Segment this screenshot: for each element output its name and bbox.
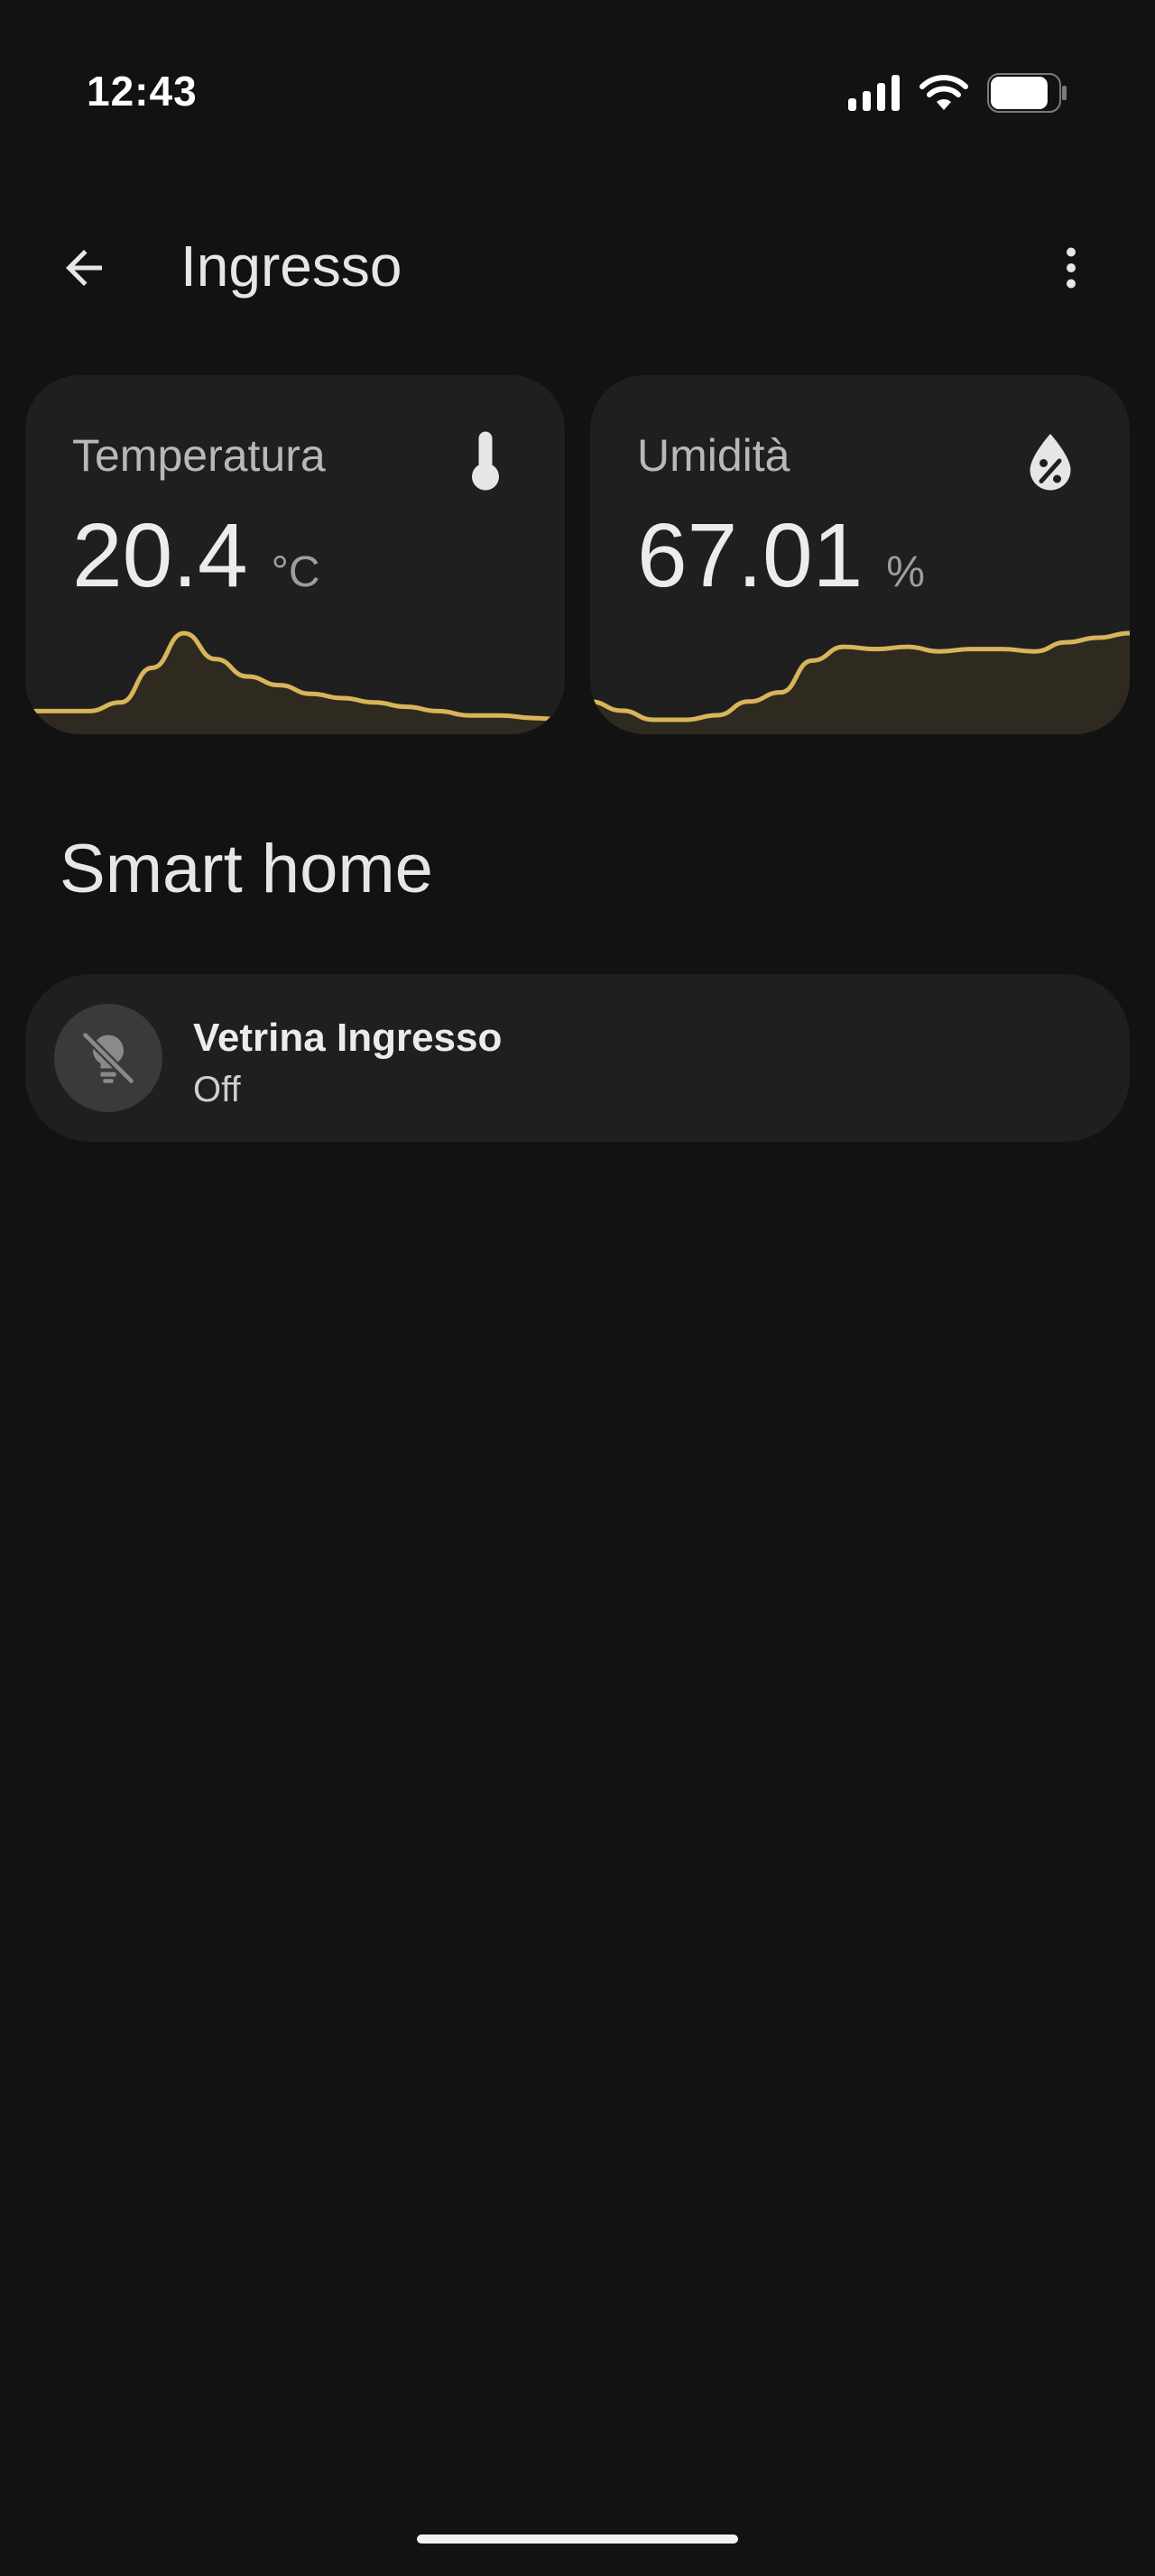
thermometer-icon — [472, 431, 499, 491]
more-vertical-icon — [1067, 247, 1076, 289]
status-time: 12:43 — [87, 68, 198, 115]
device-tile-vetrina-ingresso[interactable]: Vetrina Ingresso Off — [25, 974, 1130, 1142]
temperature-card[interactable]: Temperatura 20.4 °C — [25, 375, 565, 734]
humidity-card[interactable]: Umidità 67.01 % — [590, 375, 1130, 734]
humidity-sparkline — [590, 630, 1130, 734]
device-name: Vetrina Ingresso — [193, 1016, 503, 1060]
water-percent-icon — [1030, 434, 1071, 491]
back-button[interactable] — [45, 229, 123, 307]
signal-icon — [848, 75, 900, 111]
humidity-unit: % — [886, 548, 925, 596]
status-bar: 12:43 — [0, 0, 1155, 180]
arrow-left-icon — [66, 250, 102, 286]
home-indicator[interactable] — [417, 2535, 738, 2544]
temperature-reading: 20.4 °C — [72, 511, 320, 601]
humidity-value: 67.01 — [637, 505, 864, 606]
status-icons — [848, 70, 1068, 115]
wifi-icon — [919, 75, 968, 110]
page-title: Ingresso — [180, 234, 402, 299]
temperature-label: Temperatura — [72, 430, 326, 481]
temperature-sparkline — [25, 630, 565, 734]
app-bar: Ingresso — [0, 198, 1155, 334]
temperature-unit: °C — [271, 548, 320, 596]
temperature-value: 20.4 — [72, 505, 248, 606]
temperature-sparkline-fill — [25, 633, 565, 734]
section-title: Smart home — [60, 831, 433, 907]
humidity-reading: 67.01 % — [637, 511, 925, 601]
more-options-button[interactable] — [1032, 229, 1110, 307]
lightbulb-off-icon — [80, 1030, 136, 1086]
device-state: Off — [193, 1070, 241, 1109]
device-toggle-button[interactable] — [54, 1004, 162, 1112]
humidity-label: Umidità — [637, 430, 790, 481]
battery-icon — [987, 73, 1067, 113]
